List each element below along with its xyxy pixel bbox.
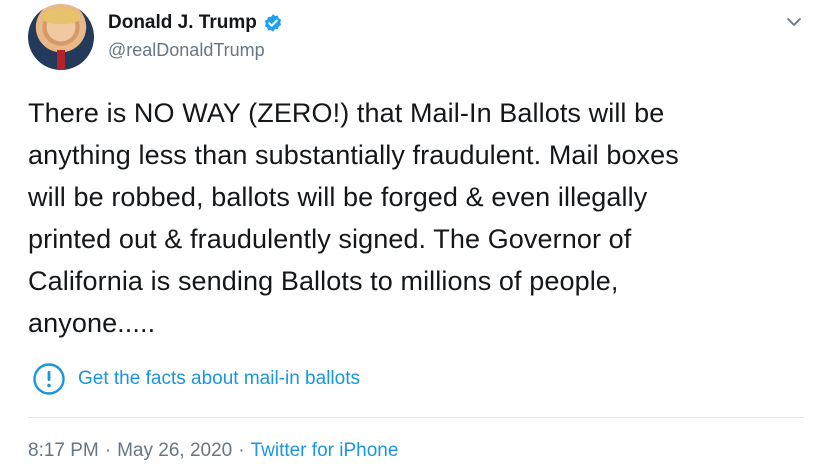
tweet-text: There is NO WAY (ZERO!) that Mail-In Bal…	[28, 92, 808, 344]
chevron-down-icon[interactable]	[784, 12, 804, 32]
tweet-text-line: will be robbed, ballots will be forged &…	[28, 182, 648, 212]
tweet-text-line: California is sending Ballots to million…	[28, 266, 619, 296]
display-name[interactable]: Donald J. Trump	[108, 12, 257, 34]
fact-check-label[interactable]: Get the facts about mail-in ballots	[78, 368, 360, 390]
meta-separator: ·	[104, 440, 112, 461]
tweet-text-line: There is NO WAY (ZERO!) that Mail-In Bal…	[28, 98, 665, 128]
author-names: Donald J. Trump @realDonaldTrump	[108, 12, 283, 61]
fact-check-link[interactable]: Get the facts about mail-in ballots	[32, 362, 360, 396]
tweet-date[interactable]: May 26, 2020	[117, 440, 232, 462]
meta-separator: ·	[238, 440, 245, 461]
verified-badge-icon	[263, 13, 283, 33]
tweet-text-line: anything less than substantially fraudul…	[28, 140, 679, 170]
tweet-header: Donald J. Trump @realDonaldTrump	[28, 4, 818, 74]
avatar[interactable]	[28, 4, 94, 70]
exclamation-circle-icon	[32, 362, 66, 396]
tweet-meta: 8:17 PM · May 26, 2020 · Twitter for iPh…	[28, 440, 398, 462]
divider	[28, 417, 804, 418]
tweet-text-line: printed out & fraudulently signed. The G…	[28, 224, 632, 254]
tweet-time[interactable]: 8:17 PM	[28, 440, 99, 462]
tweet-text-line: anyone.....	[28, 308, 156, 338]
user-handle[interactable]: @realDonaldTrump	[108, 40, 283, 61]
display-name-row: Donald J. Trump	[108, 12, 283, 34]
tweet-source-link[interactable]: Twitter for iPhone	[251, 440, 399, 462]
